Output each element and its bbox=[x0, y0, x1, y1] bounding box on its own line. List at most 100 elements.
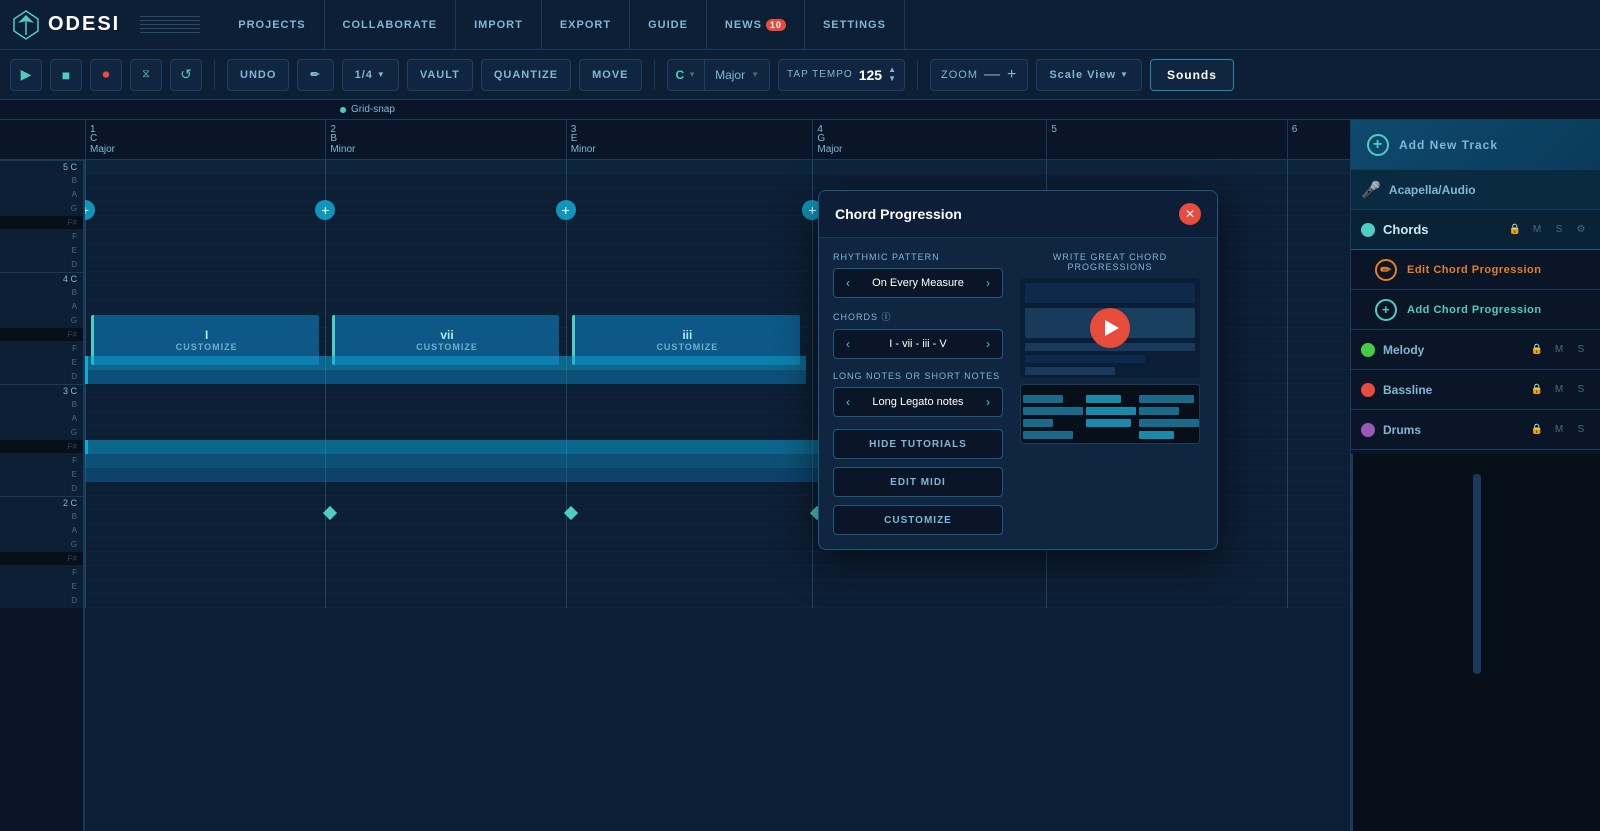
key-e3[interactable]: E bbox=[0, 356, 83, 370]
bassline-lock-btn[interactable]: 🔒 bbox=[1528, 381, 1546, 399]
beat-division-button[interactable]: 1/4 ▼ bbox=[342, 59, 399, 91]
scale-view-button[interactable]: Scale View ▼ bbox=[1036, 59, 1142, 91]
edit-midi-button[interactable]: EDIT MIDI bbox=[833, 467, 1003, 497]
loop-button[interactable]: ↺ bbox=[170, 59, 202, 91]
key-d4[interactable]: D bbox=[0, 258, 83, 272]
chords-track-item[interactable]: Chords 🔒 M S ⚙ bbox=[1351, 210, 1600, 250]
bassline-track-item[interactable]: Bassline 🔒 M S bbox=[1351, 370, 1600, 410]
key-f3[interactable]: F bbox=[0, 342, 83, 356]
nav-projects[interactable]: PROJECTS bbox=[220, 0, 324, 50]
tap-tempo-label[interactable]: TAP TEMPO bbox=[787, 69, 853, 80]
key-b3[interactable]: B bbox=[0, 286, 83, 300]
edit-chord-progression-button[interactable]: ✏ Edit Chord Progression bbox=[1351, 250, 1600, 290]
record-button[interactable]: ⏺ bbox=[90, 59, 122, 91]
stop-button[interactable]: ■ bbox=[50, 59, 82, 91]
chords-next-button[interactable]: › bbox=[974, 330, 1002, 358]
quantize-button[interactable]: QUANTIZE bbox=[481, 59, 571, 91]
video-thumbnail[interactable] bbox=[1020, 278, 1200, 378]
key-d2[interactable]: D bbox=[0, 482, 83, 496]
key-b2[interactable]: B bbox=[0, 398, 83, 412]
bassline-s-btn[interactable]: S bbox=[1572, 381, 1590, 399]
key-b1[interactable]: B bbox=[0, 510, 83, 524]
melody-lock-btn[interactable]: 🔒 bbox=[1528, 341, 1546, 359]
key-d1[interactable]: D bbox=[0, 594, 83, 608]
pencil-button[interactable]: ✏ bbox=[297, 59, 333, 91]
notes-prev-button[interactable]: ‹ bbox=[834, 388, 862, 416]
key-f1[interactable]: F bbox=[0, 566, 83, 580]
key-g1[interactable]: G bbox=[0, 538, 83, 552]
grid-snap-label: Grid-snap bbox=[351, 104, 395, 115]
key-letter-button[interactable]: C ▼ bbox=[668, 60, 706, 90]
key-a3[interactable]: A bbox=[0, 300, 83, 314]
nav-guide[interactable]: GUIDE bbox=[630, 0, 707, 50]
drums-track-item[interactable]: Drums 🔒 M S bbox=[1351, 410, 1600, 450]
key-e2[interactable]: E bbox=[0, 468, 83, 482]
melody-m-btn[interactable]: M bbox=[1550, 341, 1568, 359]
acapella-audio-item[interactable]: 🎤 Acapella/Audio bbox=[1351, 170, 1600, 210]
nav-collaborate[interactable]: COLLABORATE bbox=[325, 0, 457, 50]
rhythmic-prev-button[interactable]: ‹ bbox=[834, 269, 862, 297]
nav-import[interactable]: IMPORT bbox=[456, 0, 542, 50]
add-new-track-button[interactable]: + Add New Track bbox=[1351, 120, 1600, 170]
chords-s-btn[interactable]: S bbox=[1550, 221, 1568, 239]
drums-lock-btn[interactable]: 🔒 bbox=[1528, 421, 1546, 439]
nav-news[interactable]: NEWS 10 bbox=[707, 0, 805, 50]
key-d3[interactable]: D bbox=[0, 370, 83, 384]
bassline-m-btn[interactable]: M bbox=[1550, 381, 1568, 399]
key-f4[interactable]: F bbox=[0, 230, 83, 244]
key-c5[interactable]: 5 C bbox=[0, 160, 83, 174]
key-e1[interactable]: E bbox=[0, 580, 83, 594]
key-fs2[interactable]: F# bbox=[0, 440, 83, 454]
right-panel-scrollbar[interactable] bbox=[1473, 474, 1481, 674]
customize-button[interactable]: CUSTOMIZE bbox=[833, 505, 1003, 535]
key-a4[interactable]: A bbox=[0, 188, 83, 202]
melody-track-item[interactable]: Melody 🔒 M S bbox=[1351, 330, 1600, 370]
chords-prev-button[interactable]: ‹ bbox=[834, 330, 862, 358]
nav-export[interactable]: EXPORT bbox=[542, 0, 630, 50]
key-a1[interactable]: A bbox=[0, 524, 83, 538]
video-play-button[interactable] bbox=[1090, 308, 1130, 348]
vault-button[interactable]: VAULT bbox=[407, 59, 473, 91]
key-c3[interactable]: 3 C bbox=[0, 384, 83, 398]
notes-next-button[interactable]: › bbox=[974, 388, 1002, 416]
hide-tutorials-button[interactable]: HIDE TUTORIALS bbox=[833, 429, 1003, 459]
drums-m-btn[interactable]: M bbox=[1550, 421, 1568, 439]
chords-m-btn[interactable]: M bbox=[1528, 221, 1546, 239]
melody-s-btn[interactable]: S bbox=[1572, 341, 1590, 359]
chords-settings-btn[interactable]: ⚙ bbox=[1572, 221, 1590, 239]
metronome-button[interactable]: ⧖ bbox=[130, 59, 162, 91]
nav-settings[interactable]: SETTINGS bbox=[805, 0, 905, 50]
zoom-in-button[interactable]: + bbox=[1007, 66, 1017, 84]
key-g4[interactable]: G bbox=[0, 202, 83, 216]
note-block-top-2[interactable] bbox=[85, 370, 806, 384]
move-button[interactable]: MOVE bbox=[579, 59, 641, 91]
key-g2[interactable]: G bbox=[0, 426, 83, 440]
chords-selector: ‹ I - vii - iii - V › bbox=[833, 329, 1003, 359]
chords-lock-btn[interactable]: 🔒 bbox=[1506, 221, 1524, 239]
key-a2[interactable]: A bbox=[0, 412, 83, 426]
add-chord-progression-button[interactable]: + Add Chord Progression bbox=[1351, 290, 1600, 330]
add-btn-bar2[interactable]: + bbox=[315, 200, 335, 220]
key-fs3[interactable]: F# bbox=[0, 328, 83, 342]
add-btn-bar3[interactable]: + bbox=[556, 200, 576, 220]
key-c4[interactable]: 4 C bbox=[0, 272, 83, 286]
zoom-out-button[interactable]: — bbox=[984, 66, 1001, 84]
sounds-button[interactable]: Sounds bbox=[1150, 59, 1234, 91]
key-g3[interactable]: G bbox=[0, 314, 83, 328]
play-button[interactable]: ▶ bbox=[10, 59, 42, 91]
modal-close-button[interactable]: ✕ bbox=[1179, 203, 1201, 225]
key-fs1[interactable]: F# bbox=[0, 552, 83, 566]
bpm-up[interactable]: ▲ bbox=[888, 66, 896, 74]
undo-button[interactable]: UNDO bbox=[227, 59, 289, 91]
note-block-top-1[interactable] bbox=[85, 356, 806, 370]
key-f2[interactable]: F bbox=[0, 454, 83, 468]
key-scale-button[interactable]: Major ▼ bbox=[705, 60, 769, 90]
key-fs4[interactable]: F# bbox=[0, 216, 83, 230]
bpm-down[interactable]: ▼ bbox=[888, 75, 896, 83]
drums-s-btn[interactable]: S bbox=[1572, 421, 1590, 439]
key-c2[interactable]: 2 C bbox=[0, 496, 83, 510]
key-b4[interactable]: B bbox=[0, 174, 83, 188]
row-highlight-5c bbox=[85, 160, 1350, 174]
key-e4[interactable]: E bbox=[0, 244, 83, 258]
rhythmic-next-button[interactable]: › bbox=[974, 269, 1002, 297]
